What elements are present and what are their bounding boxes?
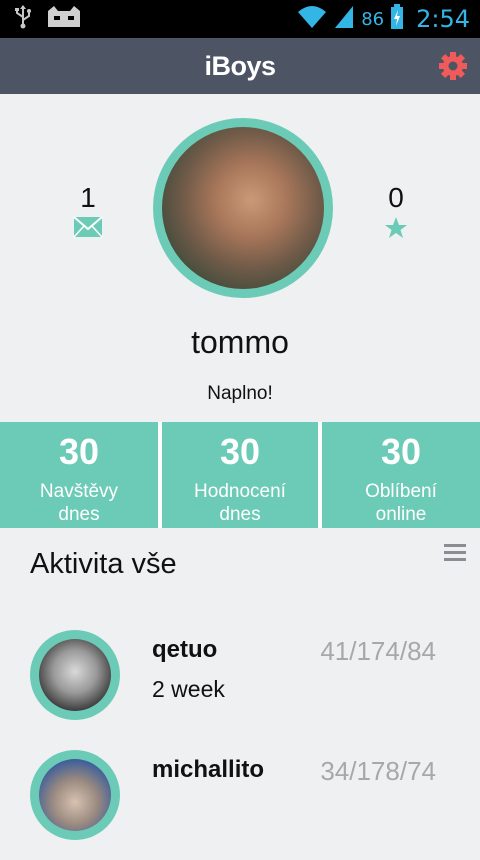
favorites-count: 0 [388, 182, 404, 213]
messages-stat[interactable]: 1 [56, 182, 120, 243]
stat-value: 30 [380, 431, 422, 472]
settings-button[interactable] [438, 51, 468, 81]
username: tommo [191, 324, 289, 360]
activity-item[interactable]: michallito 34/178/74 [0, 750, 480, 860]
stat-value: 30 [219, 431, 261, 472]
menu-button[interactable] [444, 544, 466, 562]
activity-section: Aktivita vše qetuo 41/174/84 2 week mich… [0, 528, 480, 840]
favorites-stat[interactable]: 0 [364, 182, 428, 245]
messages-count: 1 [80, 182, 96, 213]
tagline: Naplno! [207, 383, 273, 404]
stat-visits[interactable]: 30 Navštěvy dnes [0, 422, 158, 528]
avatar [162, 127, 324, 289]
stat-ratings[interactable]: 30 Hodnocení dnes [162, 422, 318, 528]
activity-item-score: 41/174/84 [320, 636, 436, 666]
stat-favorites[interactable]: 30 Oblíbení online [322, 422, 480, 528]
stat-label: Navštěvy [39, 481, 119, 502]
stats-row: 30 Navštěvy dnes 30 Hodnocení dnes 30 Ob… [0, 422, 480, 528]
stat-label-line2: online [375, 504, 427, 525]
app-bar: iBoys [0, 38, 480, 95]
avatar [30, 630, 120, 720]
activity-item[interactable]: qetuo 41/174/84 2 week [0, 630, 480, 740]
profile-avatar[interactable] [153, 118, 333, 298]
activity-title: Aktivita vše [30, 548, 177, 580]
stat-label: Oblíbení [365, 481, 437, 502]
usb-icon [14, 4, 32, 34]
activity-item-name: michallito [152, 756, 265, 783]
cat-icon [46, 5, 82, 34]
envelope-icon [56, 216, 120, 243]
star-icon [364, 216, 428, 245]
activity-item-time: 2 week [152, 676, 225, 702]
stat-label: Hodnocení [194, 481, 286, 502]
stat-label-line2: dnes [219, 504, 261, 525]
activity-item-name: qetuo [152, 636, 218, 663]
signal-icon [333, 4, 355, 35]
stat-value: 30 [58, 431, 100, 472]
gear-icon [439, 52, 467, 80]
clock: 2:54 [416, 5, 470, 33]
battery-icon [390, 3, 404, 35]
avatar [30, 750, 120, 840]
hamburger-icon [444, 544, 466, 547]
activity-item-score: 34/178/74 [320, 756, 436, 786]
stat-label-line2: dnes [58, 504, 100, 525]
app-title: iBoys [204, 51, 276, 81]
wifi-icon [297, 4, 327, 35]
profile-section: 1 0 tommo Naplno! [0, 94, 480, 422]
status-bar: 86 2:54 [0, 0, 480, 38]
battery-percent: 86 [361, 8, 385, 30]
